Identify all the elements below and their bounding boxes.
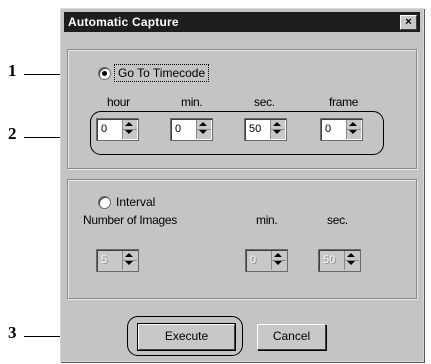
close-icon: ×: [405, 16, 412, 28]
goto-timecode-radio[interactable]: Go To Timecode: [98, 64, 210, 82]
number-of-images-spinner[interactable]: 5: [96, 249, 139, 272]
interval-min-label: min.: [256, 213, 278, 227]
dialog-title: Automatic Capture: [68, 15, 179, 29]
number-spin-buttons[interactable]: [122, 251, 137, 270]
callout-2-highlight: [90, 111, 384, 155]
interval-min-spin-buttons[interactable]: [271, 251, 286, 270]
interval-sec-label: sec.: [327, 213, 348, 227]
callout-2-number: 2: [8, 124, 17, 143]
callout-3-highlight: [127, 316, 243, 356]
spin-up-icon[interactable]: [125, 253, 133, 257]
interval-min-value: 0: [250, 254, 257, 266]
close-button[interactable]: ×: [400, 15, 417, 30]
interval-min-spinner[interactable]: 0: [245, 249, 288, 272]
number-of-images-value: 5: [101, 254, 108, 266]
interval-sec-spin-buttons[interactable]: [344, 251, 359, 270]
spin-down-icon[interactable]: [274, 261, 282, 265]
spin-down-icon[interactable]: [125, 261, 133, 265]
interval-label: Interval: [116, 195, 156, 209]
hour-label: hour: [107, 95, 130, 109]
title-bar: Automatic Capture ×: [64, 12, 420, 32]
spin-up-icon[interactable]: [347, 253, 355, 257]
goto-timecode-label: Go To Timecode: [113, 64, 210, 82]
frame-label: frame: [329, 95, 359, 109]
spin-down-icon[interactable]: [347, 261, 355, 265]
interval-sec-value: 50: [323, 254, 336, 266]
interval-radio[interactable]: Interval: [98, 195, 155, 209]
callout-1-number: 1: [8, 61, 17, 80]
radio-unselected-icon: [98, 195, 111, 209]
sec-label: sec.: [254, 95, 275, 109]
spin-up-icon[interactable]: [274, 253, 282, 257]
number-of-images-label: Number of Images: [83, 213, 177, 227]
interval-sec-spinner[interactable]: 50: [318, 249, 361, 272]
automatic-capture-dialog: Automatic Capture × Go To Timecode hour …: [60, 8, 424, 362]
radio-selected-icon: [98, 66, 111, 80]
callout-3-number: 3: [8, 323, 17, 342]
min-label: min.: [181, 95, 203, 109]
cancel-button[interactable]: Cancel: [257, 324, 326, 350]
